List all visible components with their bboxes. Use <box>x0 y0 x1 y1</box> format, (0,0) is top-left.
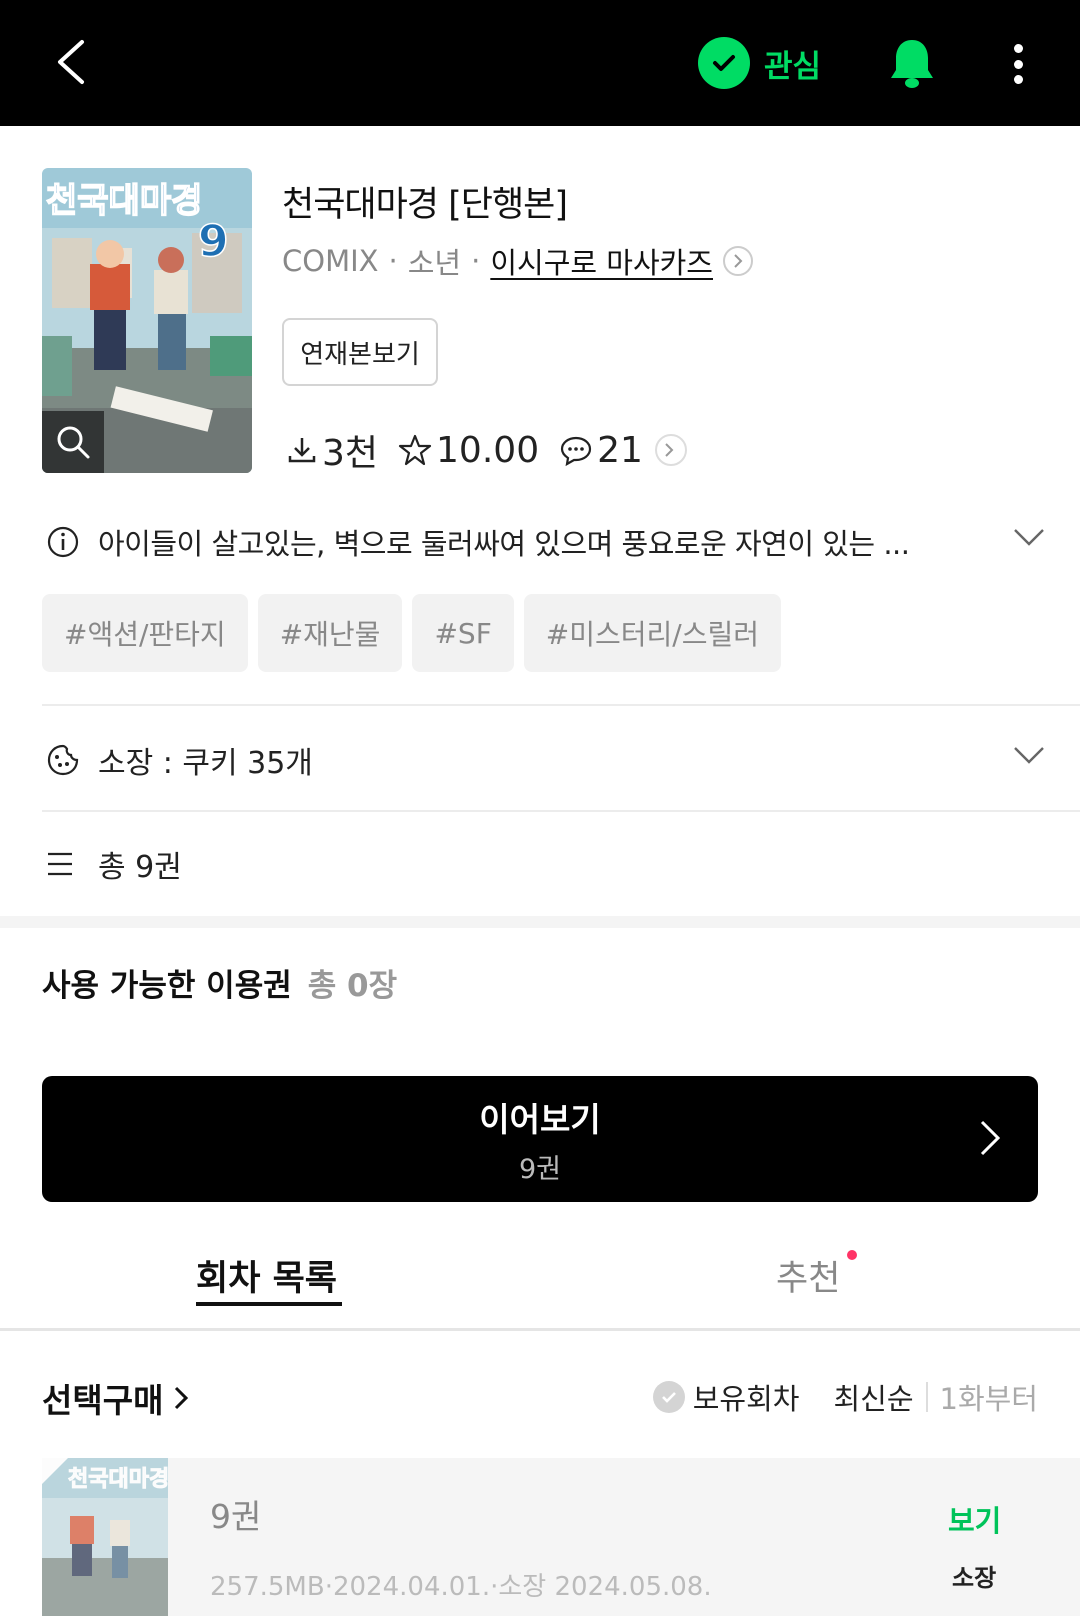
chevron-right-icon <box>980 1120 1001 1156</box>
sort-from-first[interactable]: 1화부터 <box>940 1376 1039 1418</box>
episode-row[interactable]: 천국대마경 9권 257.5MB·2024.04.01.·소장 2024.05.… <box>42 1458 1080 1616</box>
owned-filter-toggle[interactable]: 보유회차 <box>652 1376 800 1418</box>
divider <box>42 810 1080 812</box>
book-stats: 3천 10.00 21 <box>286 424 687 476</box>
ownership-text: 소장 : 쿠키 35개 <box>98 746 313 781</box>
total-volumes-row: 총 9권 <box>46 840 182 888</box>
rating-stat: 10.00 <box>398 430 539 471</box>
new-badge-dot <box>847 1250 857 1260</box>
comments-stat[interactable]: 21 <box>559 430 643 471</box>
search-icon <box>57 426 90 459</box>
episode-thumbnail-image: 천국대마경 <box>42 1458 168 1616</box>
sort-latest[interactable]: 최신순 <box>833 1376 913 1418</box>
check-icon <box>698 37 750 89</box>
episode-title: 9권 <box>210 1497 262 1536</box>
svg-text:천국대마경: 천국대마경 <box>68 1467 168 1492</box>
tag-chip[interactable]: #재난물 <box>257 594 403 672</box>
downloads-stat: 3천 <box>286 424 378 476</box>
pass-section: 사용 가능한 이용권 총 0장 <box>42 960 397 1005</box>
pass-label: 사용 가능한 이용권 <box>42 968 292 1004</box>
genre: 소년 <box>407 246 462 280</box>
dot <box>1013 75 1023 84</box>
synopsis-row[interactable]: 아이들이 살고있는, 벽으로 둘러싸여 있으며 풍요로운 자연이 있는 ... <box>46 518 1046 566</box>
publisher: COMIX <box>282 244 379 278</box>
continue-volume: 9권 <box>518 1153 562 1185</box>
chevron-right-icon <box>175 1386 189 1410</box>
notification-button[interactable] <box>886 36 938 90</box>
check-icon <box>652 1381 685 1413</box>
ownership-row[interactable]: 소장 : 쿠키 35개 <box>46 736 1046 784</box>
owned-filter-label: 보유회차 <box>692 1382 800 1416</box>
chevron-down-icon[interactable] <box>1012 526 1046 548</box>
continue-reading-button[interactable]: 이어보기 9권 <box>42 1076 1038 1202</box>
sort-separator <box>925 1382 928 1412</box>
continue-label: 이어보기 <box>479 1099 601 1139</box>
chevron-right-icon[interactable] <box>654 434 687 466</box>
book-title: 천국대마경 [단행본] <box>282 185 568 225</box>
dot <box>1013 59 1023 69</box>
section-gap <box>0 916 1080 928</box>
downloads-count: 3천 <box>322 433 379 474</box>
serial-view-button[interactable]: 연재본보기 <box>282 318 438 386</box>
tab-episode-list[interactable]: 회차 목록 <box>196 1250 337 1301</box>
cookie-icon <box>47 744 79 776</box>
active-tab-indicator <box>196 1302 342 1306</box>
chevron-down-icon[interactable] <box>1012 744 1046 766</box>
info-icon <box>47 526 79 558</box>
star-icon <box>398 434 432 466</box>
list-icon <box>48 852 72 876</box>
separator-dot: · <box>388 244 398 278</box>
tag-chip[interactable]: #미스터리/스릴러 <box>523 594 782 672</box>
bell-icon <box>891 40 933 88</box>
author-link[interactable]: 이시구로 마사카즈 <box>490 240 713 282</box>
rating-value: 10.00 <box>436 429 540 471</box>
top-bar: 관심 <box>0 0 1080 126</box>
select-purchase-button[interactable]: 선택구매 <box>42 1374 193 1422</box>
book-cover[interactable]: 천국대마경 9 <box>42 168 252 473</box>
favorite-label: 관심 <box>764 48 822 85</box>
zoom-button[interactable] <box>42 411 104 473</box>
episode-thumbnail: 천국대마경 <box>42 1458 168 1616</box>
back-button[interactable] <box>48 34 100 90</box>
comments-count: 21 <box>597 429 643 471</box>
tag-chip[interactable]: #액션/판타지 <box>42 594 248 672</box>
svg-text:천국대마경: 천국대마경 <box>46 181 202 221</box>
tab-recommend[interactable]: 추천 <box>776 1250 840 1301</box>
svg-text:9: 9 <box>198 216 229 267</box>
more-options-button[interactable] <box>1000 38 1036 90</box>
chevron-right-icon[interactable] <box>723 246 753 276</box>
divider <box>42 704 1080 706</box>
tabs-divider <box>0 1328 1080 1331</box>
episode-meta: 257.5MB·2024.04.01.·소장 2024.05.08. <box>210 1572 712 1602</box>
tag-list: #액션/판타지 #재난물 #SF #미스터리/스릴러 <box>42 594 791 672</box>
chevron-left-icon <box>58 40 84 84</box>
select-purchase-label: 선택구매 <box>42 1381 164 1420</box>
book-meta: COMIX · 소년 · 이시구로 마사카즈 <box>282 240 753 282</box>
episode-view-button[interactable]: 보기 <box>948 1498 1001 1540</box>
download-icon <box>288 438 316 463</box>
dot <box>1013 44 1023 53</box>
comment-icon <box>560 436 592 467</box>
total-volumes-text: 총 9권 <box>98 850 182 885</box>
pass-count: 총 0장 <box>307 968 398 1004</box>
list-filters: 보유회차 최신순 1화부터 <box>652 1376 1039 1418</box>
separator-dot: · <box>471 244 481 278</box>
episode-owned-status: 소장 <box>952 1564 997 1592</box>
favorite-button[interactable]: 관심 <box>698 36 821 90</box>
synopsis-text: 아이들이 살고있는, 벽으로 둘러싸여 있으며 풍요로운 자연이 있는 ... <box>98 527 910 561</box>
tag-chip[interactable]: #SF <box>412 594 514 672</box>
